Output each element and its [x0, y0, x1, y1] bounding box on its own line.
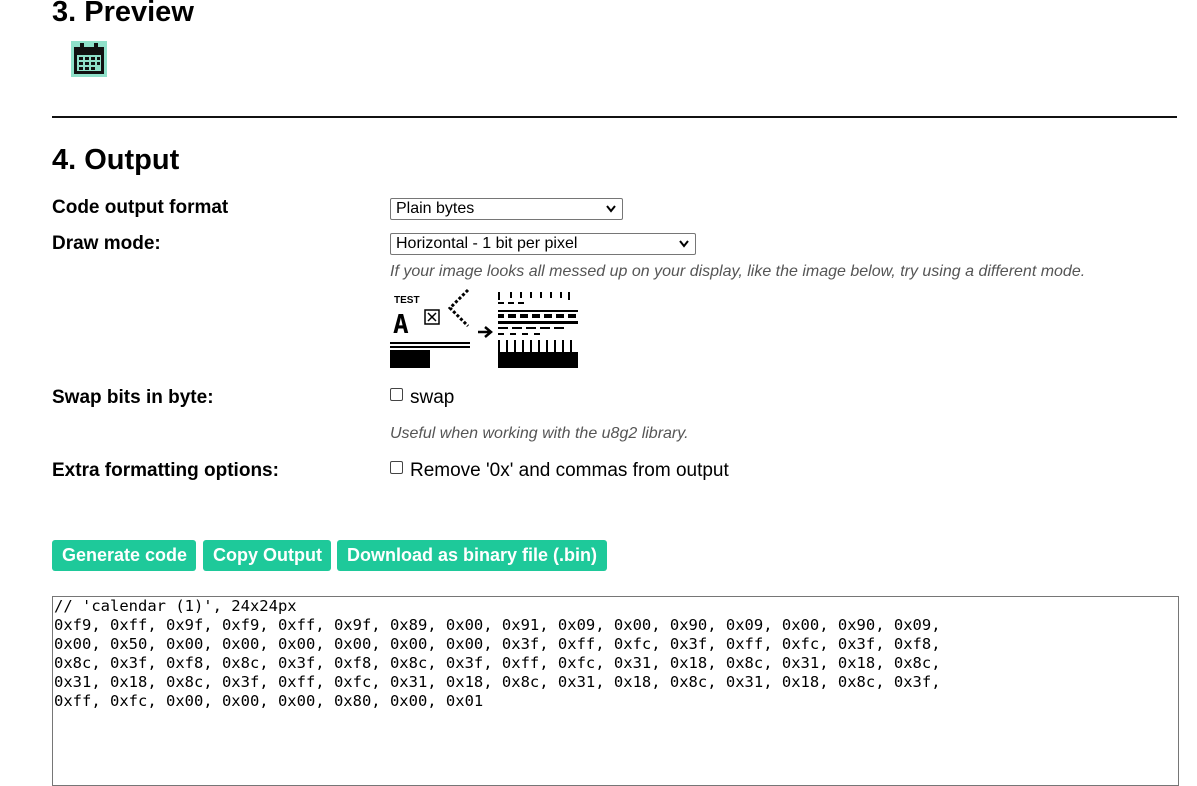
swap-checkbox[interactable]	[390, 388, 403, 401]
chevron-down-icon	[606, 205, 616, 213]
code-format-value: Plain bytes	[396, 200, 475, 217]
download-bin-button[interactable]: Download as binary file (.bin)	[337, 540, 607, 571]
remove-0x-checkbox[interactable]	[390, 461, 403, 474]
draw-mode-hint: If your image looks all messed up on you…	[390, 263, 1086, 280]
swap-hint: Useful when working with the u8g2 librar…	[390, 425, 689, 442]
extra-formatting-label: Extra formatting options:	[52, 460, 279, 481]
demo-letter: A	[393, 310, 409, 340]
output-heading: 4. Output	[52, 144, 180, 176]
demo-test-text: TEST	[394, 295, 420, 306]
preview-heading: 3. Preview	[52, 0, 194, 28]
swap-checkbox-label: swap	[410, 387, 455, 408]
copy-output-button[interactable]: Copy Output	[203, 540, 331, 571]
draw-mode-select[interactable]: Horizontal - 1 bit per pixel	[390, 233, 696, 255]
code-format-select[interactable]: Plain bytes	[390, 198, 623, 220]
draw-mode-value: Horizontal - 1 bit per pixel	[396, 235, 578, 252]
draw-mode-example-image: TEST A	[390, 288, 578, 368]
draw-mode-label: Draw mode:	[52, 233, 161, 254]
code-output-textarea[interactable]: // 'calendar (1)', 24x24px 0xf9, 0xff, 0…	[52, 596, 1179, 786]
swap-bits-label: Swap bits in byte:	[52, 387, 214, 408]
section-divider	[52, 116, 1177, 118]
calendar-icon	[74, 43, 104, 74]
swap-checkbox-row[interactable]: swap	[390, 386, 454, 410]
code-format-label: Code output format	[52, 197, 229, 218]
remove-0x-checkbox-label: Remove '0x' and commas from output	[410, 460, 729, 481]
remove-0x-checkbox-row[interactable]: Remove '0x' and commas from output	[390, 459, 729, 483]
preview-image	[71, 41, 107, 77]
generate-code-button[interactable]: Generate code	[52, 540, 196, 571]
chevron-down-icon	[679, 240, 689, 248]
